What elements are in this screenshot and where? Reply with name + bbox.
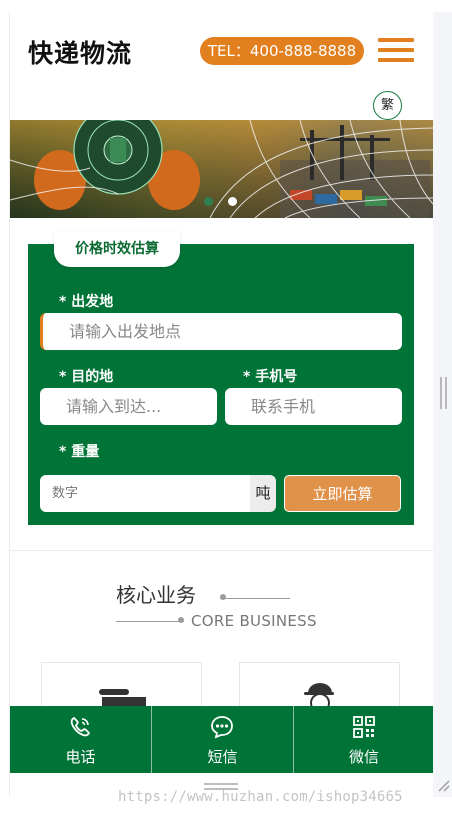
phone-label: * 手机号 — [243, 369, 298, 385]
mobile-viewport: 快递物流 TEL：400-888-8888 繁 价格时效估算 * 出发地 请输入… — [9, 12, 434, 797]
weight-input[interactable]: 数字 — [40, 475, 250, 512]
core-business-subtitle: CORE BUSINESS — [191, 612, 317, 630]
bottom-nav-phone[interactable]: 电话 — [10, 706, 151, 773]
site-header: 快递物流 TEL：400-888-8888 — [10, 12, 434, 90]
phone-icon — [70, 716, 91, 737]
phone-input[interactable]: 联系手机 — [225, 388, 402, 425]
banner-image — [10, 120, 434, 218]
title-deco-dot — [220, 594, 226, 600]
vertical-resize-handle[interactable] — [440, 377, 448, 409]
watermark-url: https://www.huzhan.com/ishop34665 — [118, 789, 403, 805]
bottom-action-bar: 电话 短信 微信 — [10, 706, 434, 773]
core-business-title: 核心业务 — [116, 583, 196, 607]
hamburger-menu-icon[interactable] — [378, 38, 414, 62]
bottom-nav-sms[interactable]: 短信 — [152, 706, 293, 773]
subtitle-deco-line — [116, 621, 184, 622]
weight-unit: 吨 — [250, 475, 276, 512]
origin-input[interactable]: 请输入出发地点 — [40, 313, 402, 350]
qr-code-icon — [353, 716, 375, 738]
subtitle-deco-dot — [178, 617, 184, 623]
brand-logo-text[interactable]: 快递物流 — [28, 34, 132, 70]
chat-bubble-icon — [211, 716, 233, 739]
price-estimate-form: 价格时效估算 * 出发地 请输入出发地点 * 目的地 请输入到达... * 手机… — [28, 231, 414, 525]
banner-dot-1[interactable] — [204, 197, 213, 206]
title-deco-line — [220, 598, 290, 599]
weight-label: * 重量 — [59, 444, 100, 460]
origin-label: * 出发地 — [59, 294, 114, 310]
form-tab-title[interactable]: 价格时效估算 — [54, 231, 180, 267]
resize-grip-icon[interactable] — [436, 778, 450, 792]
bottom-nav-wechat-label: 微信 — [348, 748, 379, 766]
estimate-submit-button[interactable]: 立即估算 — [284, 475, 401, 512]
bottom-nav-phone-label: 电话 — [65, 748, 96, 766]
phone-hotline-button[interactable]: TEL：400-888-8888 — [200, 37, 364, 65]
section-divider — [10, 550, 434, 551]
banner-dot-2[interactable] — [228, 197, 237, 206]
hero-banner[interactable] — [10, 120, 434, 218]
traditional-chinese-toggle[interactable]: 繁 — [373, 91, 402, 120]
destination-input[interactable]: 请输入到达... — [40, 388, 217, 425]
bottom-nav-sms-label: 短信 — [207, 748, 238, 766]
destination-label: * 目的地 — [59, 369, 114, 385]
bottom-nav-wechat[interactable]: 微信 — [294, 706, 434, 773]
